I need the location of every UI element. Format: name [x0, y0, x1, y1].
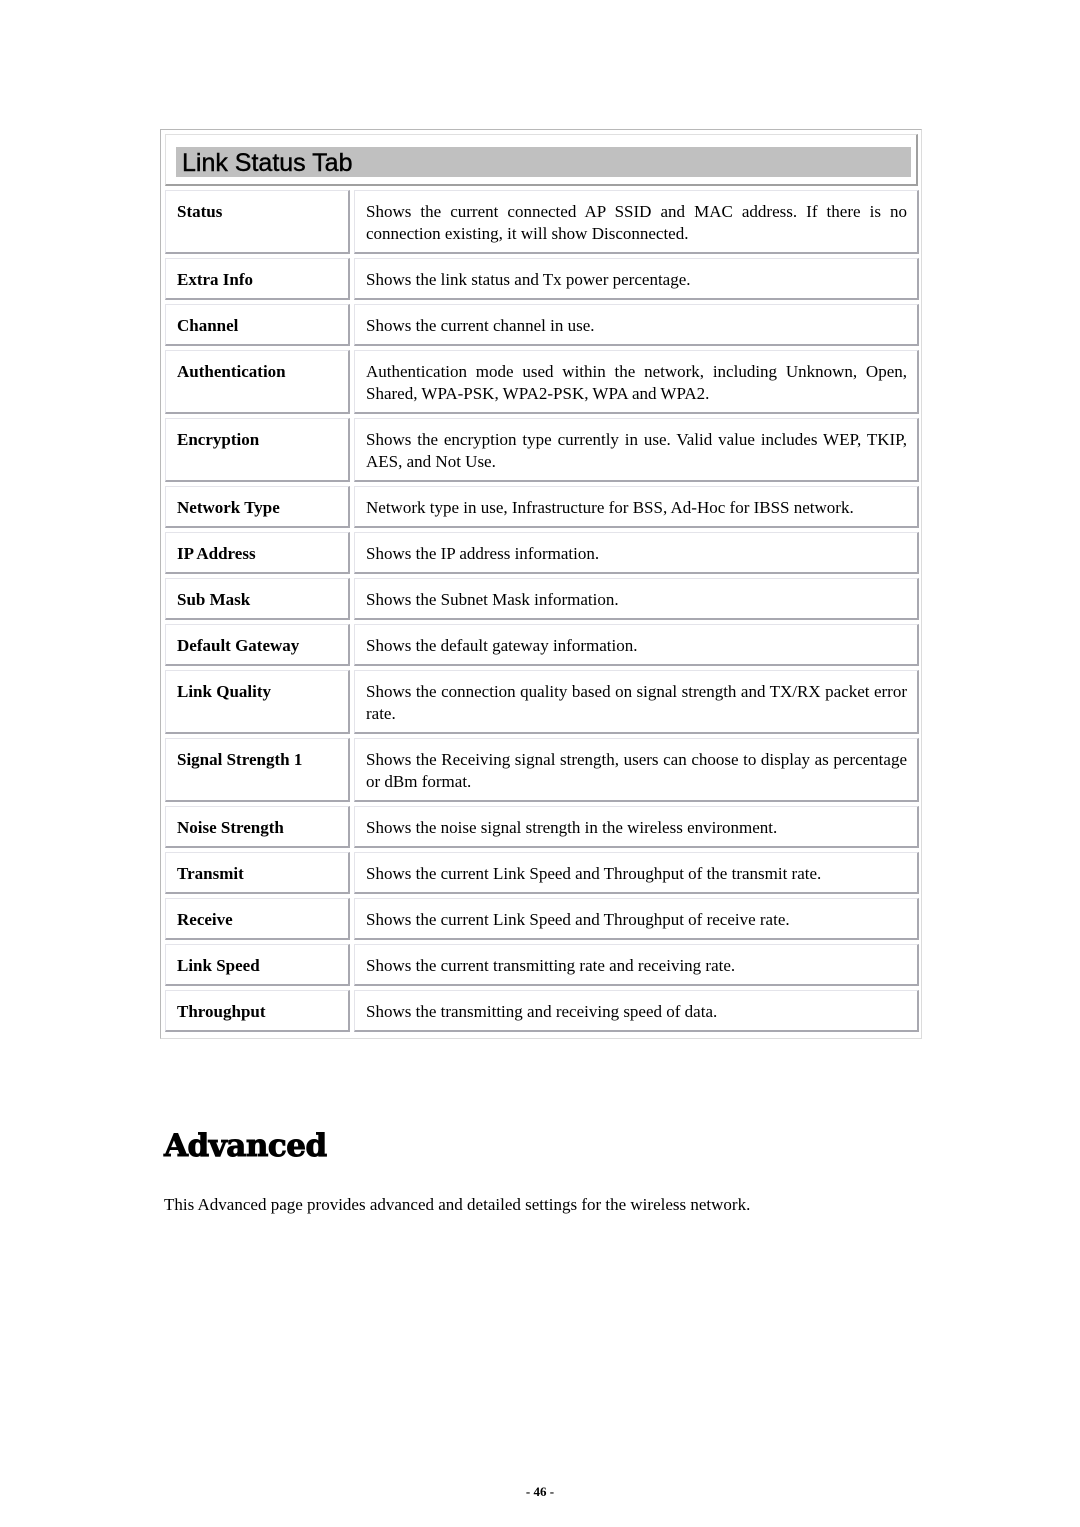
field-label: Network Type: [177, 498, 280, 517]
link-status-table: Link Status Tab Status Shows the current…: [160, 129, 922, 1039]
field-description-cell: Shows the current Link Speed and Through…: [354, 898, 919, 940]
field-description-cell: Shows the connection quality based on si…: [354, 670, 919, 734]
field-description-cell: Shows the IP address information.: [354, 532, 919, 574]
table-row: Network Type Network type in use, Infras…: [165, 486, 919, 528]
field-description: Shows the transmitting and receiving spe…: [366, 1002, 718, 1021]
field-description: Shows the IP address information.: [366, 544, 600, 563]
field-description-cell: Authentication mode used within the netw…: [354, 350, 919, 414]
table-title-bar: Link Status Tab: [176, 147, 911, 177]
table-row: Extra Info Shows the link status and Tx …: [165, 258, 919, 300]
field-label-cell: IP Address: [165, 532, 350, 574]
field-description: Shows the current Link Speed and Through…: [366, 864, 822, 883]
field-label: Link Speed: [177, 956, 260, 975]
field-label-cell: Sub Mask: [165, 578, 350, 620]
field-description: Shows the current connected AP SSID and …: [366, 202, 907, 243]
field-description: Shows the encryption type currently in u…: [366, 430, 907, 471]
field-description-cell: Shows the default gateway information.: [354, 624, 919, 666]
table-row: Throughput Shows the transmitting and re…: [165, 990, 919, 1032]
field-description-cell: Shows the Receiving signal strength, use…: [354, 738, 919, 802]
field-label: Authentication: [177, 362, 286, 381]
field-description: Shows the Subnet Mask information.: [366, 590, 619, 609]
field-description: Shows the current transmitting rate and …: [366, 956, 736, 975]
field-label: Channel: [177, 316, 239, 335]
field-label: Signal Strength 1: [177, 750, 303, 769]
table-row: Link Speed Shows the current transmittin…: [165, 944, 919, 986]
field-label: Default Gateway: [177, 636, 300, 655]
field-description-cell: Shows the transmitting and receiving spe…: [354, 990, 919, 1032]
field-label-cell: Encryption: [165, 418, 350, 482]
field-description-cell: Shows the Subnet Mask information.: [354, 578, 919, 620]
table-title-cell: Link Status Tab: [165, 134, 918, 186]
table-row: Status Shows the current connected AP SS…: [165, 190, 919, 254]
field-description: Shows the current Link Speed and Through…: [366, 910, 790, 929]
field-description: Shows the noise signal strength in the w…: [366, 818, 778, 837]
field-label: Sub Mask: [177, 590, 251, 609]
field-description-cell: Shows the current connected AP SSID and …: [354, 190, 919, 254]
table-row: Channel Shows the current channel in use…: [165, 304, 919, 346]
document-page: Link Status Tab Status Shows the current…: [0, 0, 1080, 1527]
field-label-cell: Receive: [165, 898, 350, 940]
field-label: Extra Info: [177, 270, 254, 289]
field-label-cell: Link Quality: [165, 670, 350, 734]
table-row: Default Gateway Shows the default gatewa…: [165, 624, 919, 666]
field-label: Transmit: [177, 864, 244, 883]
field-label-cell: Signal Strength 1: [165, 738, 350, 802]
field-label-cell: Authentication: [165, 350, 350, 414]
field-label-cell: Network Type: [165, 486, 350, 528]
field-description: Shows the connection quality based on si…: [366, 682, 907, 723]
field-label-cell: Transmit: [165, 852, 350, 894]
table-row: Authentication Authentication mode used …: [165, 350, 919, 414]
field-label-cell: Noise Strength: [165, 806, 350, 848]
table-row: Sub Mask Shows the Subnet Mask informati…: [165, 578, 919, 620]
field-description-cell: Shows the current channel in use.: [354, 304, 919, 346]
field-description-cell: Network type in use, Infrastructure for …: [354, 486, 919, 528]
field-label: Encryption: [177, 430, 260, 449]
field-label: Throughput: [177, 1002, 266, 1021]
field-label-cell: Default Gateway: [165, 624, 350, 666]
field-description: Network type in use, Infrastructure for …: [366, 498, 854, 517]
field-description-cell: Shows the link status and Tx power perce…: [354, 258, 919, 300]
field-label: Link Quality: [177, 682, 272, 701]
field-label: Status: [177, 202, 223, 221]
table-row: Noise Strength Shows the noise signal st…: [165, 806, 919, 848]
field-label-cell: Link Speed: [165, 944, 350, 986]
field-description-cell: Shows the current Link Speed and Through…: [354, 852, 919, 894]
field-description: Shows the link status and Tx power perce…: [366, 270, 691, 289]
table-row: Signal Strength 1 Shows the Receiving si…: [165, 738, 919, 802]
field-description: Shows the Receiving signal strength, use…: [366, 750, 907, 791]
table-row: Link Quality Shows the connection qualit…: [165, 670, 919, 734]
table-row: Transmit Shows the current Link Speed an…: [165, 852, 919, 894]
field-description: Shows the default gateway information.: [366, 636, 638, 655]
table-row: IP Address Shows the IP address informat…: [165, 532, 919, 574]
field-description-cell: Shows the current transmitting rate and …: [354, 944, 919, 986]
field-description: Authentication mode used within the netw…: [366, 362, 907, 403]
field-description-cell: Shows the encryption type currently in u…: [354, 418, 919, 482]
table-row: Receive Shows the current Link Speed and…: [165, 898, 919, 940]
field-label-cell: Throughput: [165, 990, 350, 1032]
section-body-text: This Advanced page provides advanced and…: [164, 1195, 751, 1214]
section-heading-advanced: Advanced: [164, 1128, 328, 1165]
field-description: Shows the current channel in use.: [366, 316, 595, 335]
field-label-cell: Channel: [165, 304, 350, 346]
field-label: IP Address: [177, 544, 256, 563]
page-number: - 46 -: [525, 1484, 555, 1499]
field-label: Noise Strength: [177, 818, 284, 837]
field-label-cell: Status: [165, 190, 350, 254]
field-description-cell: Shows the noise signal strength in the w…: [354, 806, 919, 848]
table-title: Link Status Tab: [182, 149, 353, 177]
field-label-cell: Extra Info: [165, 258, 350, 300]
field-label: Receive: [177, 910, 233, 929]
table-row: Encryption Shows the encryption type cur…: [165, 418, 919, 482]
